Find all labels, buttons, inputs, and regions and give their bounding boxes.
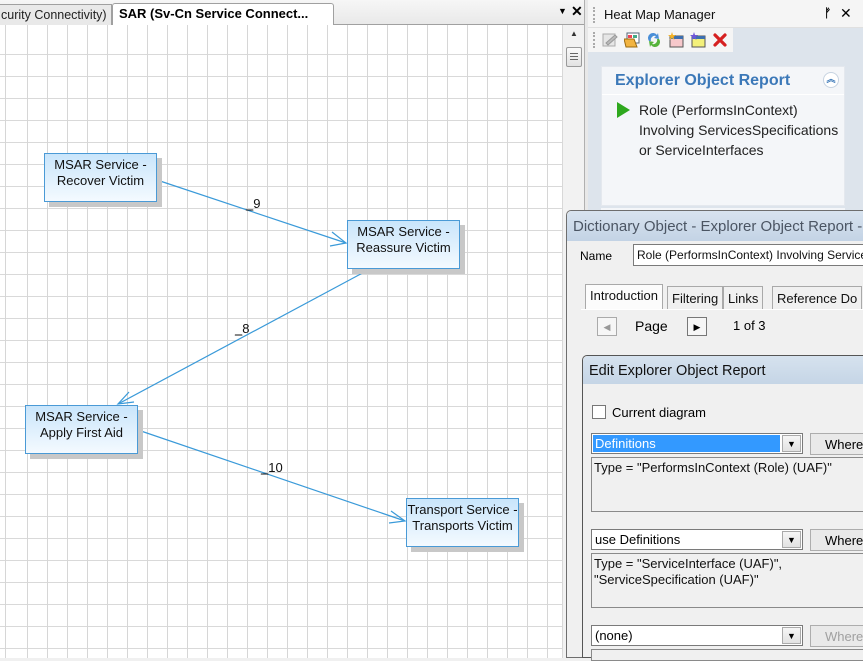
open-heatmap-icon[interactable]	[624, 32, 640, 48]
filter-expression-3[interactable]	[591, 649, 863, 661]
dialog-title: Dictionary Object - Explorer Object Repo…	[573, 218, 863, 235]
where-button-1[interactable]: Where	[810, 433, 863, 455]
tab-reference-documents[interactable]: Reference Do	[772, 286, 863, 309]
filter-type-dropdown-2[interactable]: use Definitions ▼	[591, 529, 803, 550]
node-apply-first-aid[interactable]: MSAR Service - Apply First Aid	[25, 405, 138, 454]
panel-title: Heat Map Manager	[604, 7, 716, 22]
diagram-window: curity Connectivity) SAR (Sv-Cn Service …	[0, 0, 588, 658]
page-label: Page	[635, 318, 668, 334]
pin-icon[interactable]: ᚠ	[824, 6, 831, 20]
filter-expression-2[interactable]: Type = "ServiceInterface (UAF)", "Servic…	[591, 553, 863, 608]
node-label: Transport Service -	[407, 502, 518, 517]
node-label: Apply First Aid	[39, 425, 124, 440]
dialog-titlebar[interactable]: Edit Explorer Object Report	[583, 356, 863, 384]
current-diagram-checkbox[interactable]	[592, 405, 606, 419]
scroll-thumb[interactable]	[566, 47, 582, 67]
filter-expression-1[interactable]: Type = "PerformsInContext (Role) (UAF)"	[591, 457, 863, 512]
filter-type-dropdown-3[interactable]: (none) ▼	[591, 625, 803, 646]
node-label: Recover Victim	[56, 173, 145, 188]
filter-type-dropdown-1[interactable]: Definitions ▼	[591, 433, 803, 454]
explorer-object-report-card: Explorer Object Report ︽ Role (PerformsI…	[601, 66, 845, 206]
where-button-2[interactable]: Where	[810, 529, 863, 551]
node-label: MSAR Service -	[35, 409, 128, 424]
scroll-up-arrow-icon[interactable]: ▲	[568, 29, 580, 39]
card-header: Explorer Object Report ︽	[602, 67, 844, 95]
previous-page-button[interactable]: ◀	[597, 317, 617, 336]
edge-label[interactable]: _8	[235, 321, 249, 336]
close-icon[interactable]: ✕	[840, 5, 852, 22]
panel-header: Heat Map Manager ᚠ ✕	[588, 0, 863, 28]
refresh-icon[interactable]	[646, 32, 662, 48]
report-link[interactable]: Role (PerformsInContext) Involving Servi…	[639, 100, 839, 160]
tab-security-connectivity[interactable]: curity Connectivity)	[0, 4, 112, 25]
node-label: Transports Victim	[412, 518, 513, 533]
name-field[interactable]	[633, 244, 863, 266]
chevron-down-icon[interactable]: ▼	[782, 627, 801, 644]
next-page-button[interactable]: ▶	[687, 317, 707, 336]
chevron-down-icon[interactable]: ▼	[782, 435, 801, 452]
dialog-titlebar[interactable]: Dictionary Object - Explorer Object Repo…	[567, 211, 863, 241]
toolbar-grip[interactable]	[593, 32, 595, 48]
name-label: Name	[580, 249, 613, 263]
tab-links[interactable]: Links	[723, 286, 764, 309]
dropdown-value: Definitions	[593, 435, 780, 452]
node-label: Reassure Victim	[356, 240, 451, 255]
collapse-icon[interactable]: ︽	[823, 72, 839, 88]
new-heatmap-icon[interactable]	[668, 32, 684, 48]
diagram-canvas[interactable]	[0, 25, 562, 658]
card-title: Explorer Object Report	[615, 72, 791, 89]
edge-label[interactable]: _9	[246, 196, 260, 211]
edit-explorer-object-report-dialog: Edit Explorer Object Report Current diag…	[582, 355, 863, 661]
where-button-3[interactable]: Where	[810, 625, 863, 647]
node-label: MSAR Service -	[54, 157, 147, 172]
node-reassure-victim[interactable]: MSAR Service - Reassure Victim	[347, 220, 460, 269]
chevron-down-icon[interactable]: ▼	[782, 531, 801, 548]
edge-label[interactable]: _10	[261, 460, 283, 475]
tab-introduction[interactable]: Introduction	[585, 284, 663, 309]
tab-filtering[interactable]: Filtering	[667, 286, 724, 309]
dropdown-value: (none)	[595, 628, 633, 643]
play-icon[interactable]	[617, 102, 630, 118]
node-transports-victim[interactable]: Transport Service - Transports Victim	[406, 498, 519, 547]
document-tabstrip: curity Connectivity) SAR (Sv-Cn Service …	[0, 0, 588, 26]
dialog-tabs: Introduction Filtering Links Reference D…	[585, 284, 863, 309]
new-heatmap-alt-icon[interactable]	[690, 32, 706, 48]
tab-list-dropdown-icon[interactable]: ▼	[558, 6, 568, 18]
dropdown-value: use Definitions	[595, 532, 681, 547]
node-label: MSAR Service -	[357, 224, 450, 239]
current-diagram-label: Current diagram	[612, 405, 706, 420]
close-tab-icon[interactable]: ✕	[571, 3, 583, 19]
heatmap-toolbar	[588, 28, 733, 52]
delete-icon[interactable]	[712, 32, 728, 48]
page-count: 1 of 3	[733, 318, 766, 333]
drag-grip[interactable]	[593, 7, 595, 23]
tab-sar-service-connectivity[interactable]: SAR (Sv-Cn Service Connect...	[112, 3, 334, 26]
edit-heatmap-icon[interactable]	[602, 32, 618, 48]
dialog-title: Edit Explorer Object Report	[589, 363, 766, 379]
node-recover-victim[interactable]: MSAR Service - Recover Victim	[44, 153, 157, 202]
